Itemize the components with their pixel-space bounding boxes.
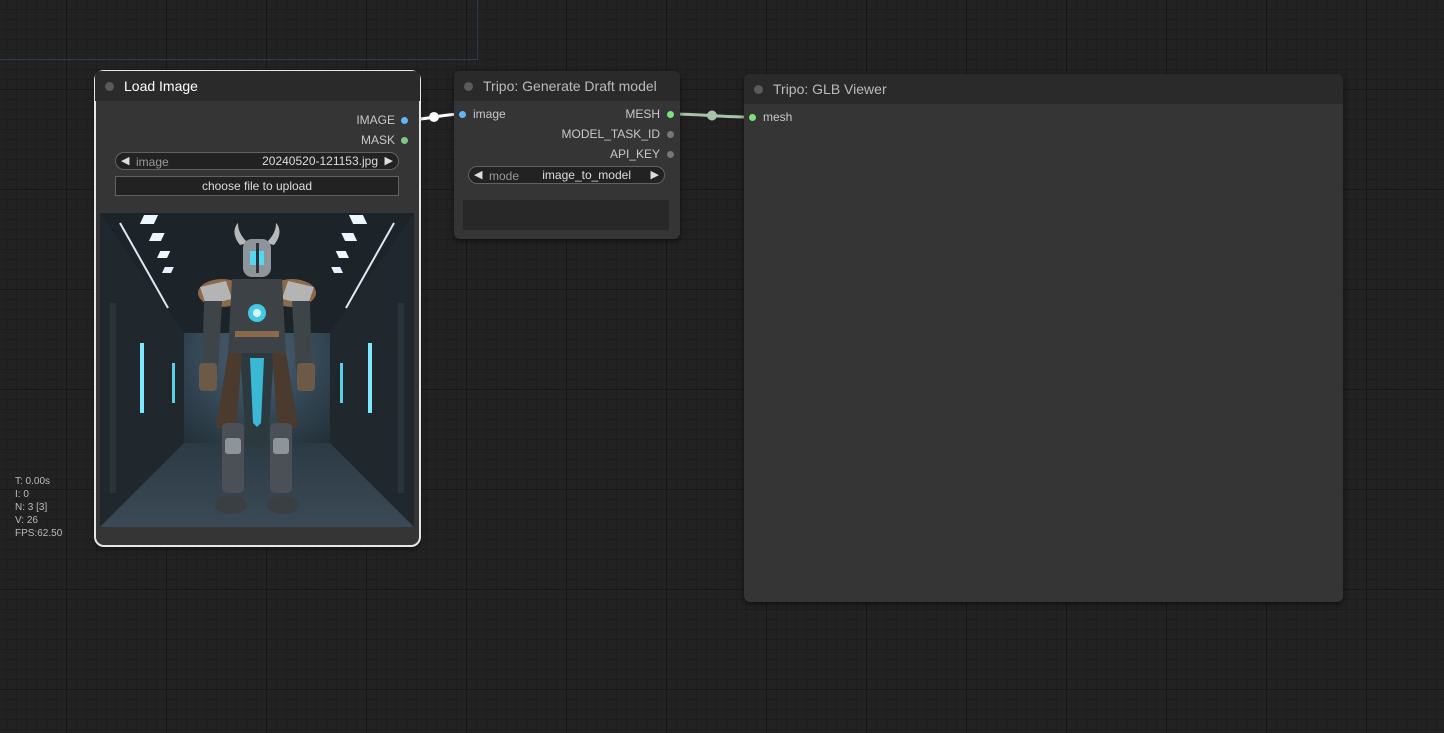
glb-viewer-node[interactable]: Tripo: GLB Viewer mesh — [744, 74, 1343, 602]
input-label-mesh: mesh — [763, 110, 793, 124]
widget-name: mode — [489, 169, 520, 183]
link-image-midpoint[interactable] — [429, 112, 439, 122]
widget-value: 20240520-121153.jpg — [262, 154, 378, 168]
left-triangle-icon[interactable]: ◀ — [121, 154, 129, 167]
link-mesh-midpoint[interactable] — [707, 110, 717, 121]
canvas-stats: T: 0.00s I: 0 N: 3 [3] V: 26 FPS:62.50 — [15, 475, 62, 540]
output-label-mesh: MESH — [625, 107, 660, 121]
output-label-model-task-id: MODEL_TASK_ID — [561, 127, 660, 141]
input-slot-mesh[interactable] — [749, 114, 756, 121]
node-title: Load Image — [124, 78, 198, 94]
generate-draft-title-bar[interactable]: Tripo: Generate Draft model — [454, 71, 680, 101]
output-label-mask: MASK — [360, 133, 395, 147]
output-slot-model-task-id[interactable] — [667, 131, 674, 138]
node-title: Tripo: Generate Draft model — [483, 78, 657, 94]
widget-name: image — [136, 155, 169, 169]
upload-button[interactable]: choose file to upload — [115, 176, 399, 196]
stat-nodes: N: 3 [3] — [15, 502, 48, 513]
collapse-dot-icon[interactable] — [105, 82, 114, 91]
glb-viewer-title-bar[interactable]: Tripo: GLB Viewer — [744, 74, 1343, 104]
link-mesh[interactable] — [670, 112, 753, 119]
canvas-group-box[interactable] — [0, 0, 478, 60]
stat-time: T: 0.00s — [15, 476, 51, 487]
input-label-image: image — [473, 107, 506, 121]
output-label-image: IMAGE — [356, 113, 395, 127]
generate-draft-node[interactable]: Tripo: Generate Draft model image MESH M… — [454, 71, 680, 239]
load-image-node[interactable]: Load Image IMAGE MASK ◀ image 20240520-1… — [94, 70, 421, 547]
empty-widget-area — [463, 200, 669, 230]
mode-combo-widget[interactable]: ◀ mode image_to_model ▶ — [468, 166, 665, 184]
image-preview — [100, 213, 414, 527]
collapse-dot-icon[interactable] — [754, 85, 763, 94]
output-slot-mask[interactable] — [401, 137, 408, 144]
output-slot-image[interactable] — [401, 117, 408, 124]
image-combo-widget[interactable]: ◀ image 20240520-121153.jpg ▶ — [115, 152, 399, 170]
output-slot-mesh[interactable] — [667, 111, 674, 118]
stat-fps: FPS:62.50 — [15, 528, 63, 539]
input-slot-image[interactable] — [459, 111, 466, 118]
stat-iterations: I: 0 — [15, 489, 29, 500]
output-slot-api-key[interactable] — [667, 151, 674, 158]
collapse-dot-icon[interactable] — [464, 82, 473, 91]
widget-value: image_to_model — [542, 168, 631, 182]
load-image-title-bar[interactable]: Load Image — [95, 71, 420, 101]
preview-illustration — [100, 213, 414, 527]
left-triangle-icon[interactable]: ◀ — [474, 168, 482, 181]
stat-visible: V: 26 — [15, 515, 38, 526]
node-title: Tripo: GLB Viewer — [773, 81, 887, 97]
output-label-api-key: API_KEY — [609, 147, 660, 161]
right-triangle-icon[interactable]: ▶ — [385, 154, 393, 167]
right-triangle-icon[interactable]: ▶ — [651, 168, 659, 181]
